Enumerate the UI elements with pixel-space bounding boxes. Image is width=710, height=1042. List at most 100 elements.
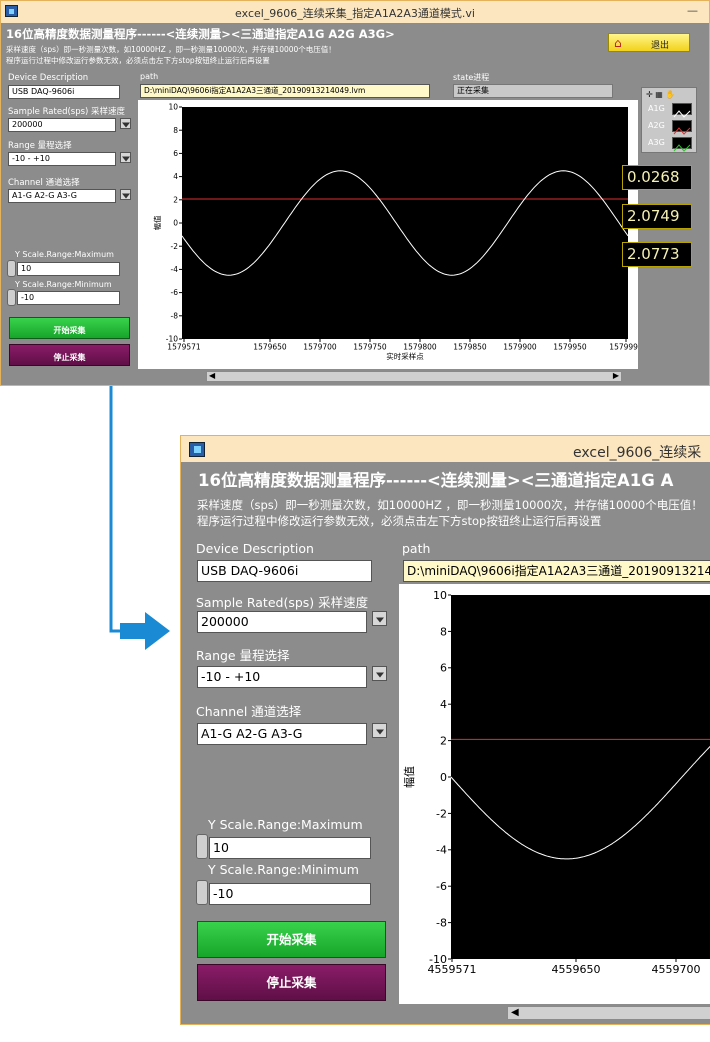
zoom-horizontal-scrollbar[interactable]: ◀ (507, 1006, 710, 1020)
zoom-device-label: Device Description (196, 541, 314, 556)
zoom-ymin-label: Y Scale.Range:Minimum (208, 862, 359, 877)
legend-item-label: A3G (648, 138, 665, 147)
rate-field[interactable]: 200000 (8, 118, 116, 132)
y-tick-label: 6 (440, 662, 447, 675)
ymin-spinner[interactable] (7, 289, 16, 306)
y-tick-label: -4 (171, 265, 179, 274)
channel-field[interactable]: A1-G A2-G A3-G (8, 189, 116, 203)
zoom-ymin-spinner[interactable] (196, 880, 208, 905)
device-label: Device Description (8, 73, 89, 83)
y-tick-label: 4 (173, 172, 178, 181)
ymin-field[interactable]: -10 (17, 291, 120, 305)
exit-button-label: 退出 (651, 41, 670, 51)
range-field[interactable]: -10 - +10 (8, 152, 116, 166)
horizontal-scrollbar[interactable]: ◀ ▶ (206, 371, 622, 382)
path-label: path (140, 72, 159, 81)
minimize-icon[interactable]: — (687, 4, 698, 17)
zoom-stop-button[interactable]: 停止采集 (197, 964, 386, 1001)
zoom-device-field[interactable]: USB DAQ-9606i (197, 560, 372, 582)
y-axis-label: 幅值 (152, 215, 162, 230)
zoom-path-label: path (402, 541, 431, 556)
legend-toolbar[interactable]: ✛ ▦ ✋ (646, 90, 675, 99)
readout-a1g: 0.0268 (622, 165, 692, 190)
zoom-waveform-chart[interactable]: 1086420-2-4-6-8-104559571 4559650 4559700幅… (399, 584, 710, 1004)
range-dropdown[interactable] (120, 152, 131, 163)
zoom-start-button[interactable]: 开始采集 (197, 921, 386, 958)
y-tick-label: 4 (440, 698, 447, 711)
start-button[interactable]: 开始采集 (9, 317, 130, 339)
scroll-left-icon[interactable]: ◀ (209, 371, 215, 380)
stop-button[interactable]: 停止采集 (9, 344, 130, 366)
x-axis-label: 实时采样点 (386, 351, 424, 361)
x-tick-label: 4559700 (652, 963, 701, 976)
zoom-program-note-2: 程序运行过程中修改运行参数无效，必须点击左下方stop按钮终止运行后再设置 (197, 514, 602, 528)
legend-item-a1g[interactable]: A1G (642, 102, 696, 118)
zoom-channel-label: Channel 通道选择 (196, 704, 302, 719)
zoom-ymax-label: Y Scale.Range:Maximum (208, 817, 363, 832)
x-tick-label: 4559650 (552, 963, 601, 976)
zoom-range-field[interactable]: -10 - +10 (197, 666, 367, 688)
readout-a3g: 2.0773 (622, 242, 692, 267)
x-tick-label: 1579900 (503, 343, 537, 352)
top-window: excel_9606_连续采集_指定A1A2A3通道模式.vi — 16位高精度… (0, 0, 710, 386)
ymax-spinner[interactable] (7, 260, 16, 277)
zoom-path-field[interactable]: D:\miniDAQ\9606i指定A1A2A3三通道_201909132141 (403, 560, 710, 582)
zoom-title-bar: excel_9606_连续采 (181, 436, 710, 462)
y-tick-label: 10 (433, 589, 447, 602)
state-field: 正在采集 (453, 84, 613, 98)
legend-item-label: A1G (648, 104, 665, 113)
device-field[interactable]: USB DAQ-9606i (8, 85, 120, 99)
y-tick-label: -8 (171, 311, 179, 320)
right-arrow-icon (109, 386, 170, 650)
legend-item-label: A2G (648, 121, 665, 130)
zoom-rate-label: Sample Rated(sps) 采样速度 (196, 595, 369, 610)
zoom-start-button-label: 开始采集 (266, 932, 317, 947)
plot-legend[interactable]: ✛ ▦ ✋ A1G A2G A3G (641, 87, 697, 153)
range-label: Range 量程选择 (8, 141, 72, 151)
zoom-ymax-field[interactable]: 10 (209, 837, 371, 859)
y-tick-label: 10 (168, 103, 178, 112)
plot-area (182, 107, 628, 339)
zoom-range-dropdown[interactable] (372, 666, 387, 681)
x-tick-label: 1579750 (353, 343, 387, 352)
zoom-ymin-field[interactable]: -10 (209, 883, 371, 905)
legend-item-a2g[interactable]: A2G (642, 119, 696, 135)
zoom-channel-dropdown[interactable] (372, 723, 387, 738)
legend-swatch-icon (672, 103, 692, 118)
y-tick-label: -4 (436, 844, 447, 857)
zoom-ymax-spinner[interactable] (196, 834, 208, 859)
ymax-label: Y Scale.Range:Maximum (15, 250, 114, 259)
ymax-field[interactable]: 10 (17, 262, 120, 276)
plot-area (451, 595, 710, 959)
zoom-rate-field[interactable]: 200000 (197, 611, 367, 633)
x-tick-label: 1579571 (167, 343, 201, 352)
labview-vi-icon-zoom (189, 442, 205, 457)
y-tick-label: 2 (173, 195, 178, 204)
y-tick-label: 0 (440, 771, 447, 784)
path-value: D:\miniDAQ\9606i指定A1A2A3三通道_201909132140… (144, 86, 366, 95)
program-note-2: 程序运行过程中修改运行参数无效，必须点击左下方stop按钮终止运行后再设置 (6, 56, 270, 65)
y-tick-label: 6 (173, 149, 178, 158)
path-field[interactable]: D:\miniDAQ\9606i指定A1A2A3三通道_201909132140… (140, 84, 430, 98)
channel-dropdown[interactable] (120, 189, 131, 200)
top-waveform-chart[interactable]: 1086420-2-4-6-8-101579571 1579650 1579700 1… (138, 100, 638, 369)
y-tick-label: 2 (440, 734, 447, 747)
legend-item-a3g[interactable]: A3G (642, 136, 696, 152)
legend-swatch-icon (672, 120, 692, 135)
x-tick-label: 1579950 (553, 343, 587, 352)
y-tick-label: -6 (436, 880, 447, 893)
y-tick-label: -8 (436, 916, 447, 929)
zoom-rate-dropdown[interactable] (372, 611, 387, 626)
zoom-scroll-left-icon[interactable]: ◀ (511, 1007, 519, 1018)
x-tick-label: 1579850 (453, 343, 487, 352)
zoom-path-value: D:\miniDAQ\9606i指定A1A2A3三通道_201909132141 (407, 564, 710, 578)
x-tick-label: 1579650 (253, 343, 287, 352)
y-tick-label: -2 (436, 807, 447, 820)
scroll-right-icon[interactable]: ▶ (613, 371, 619, 380)
y-tick-label: 0 (173, 219, 178, 228)
x-tick-label: 1579700 (303, 343, 337, 352)
exit-button[interactable]: ⌂ 退出 (608, 33, 690, 52)
state-label: state进程 (453, 73, 490, 82)
rate-dropdown[interactable] (120, 118, 131, 129)
zoom-channel-field[interactable]: A1-G A2-G A3-G (197, 723, 367, 745)
